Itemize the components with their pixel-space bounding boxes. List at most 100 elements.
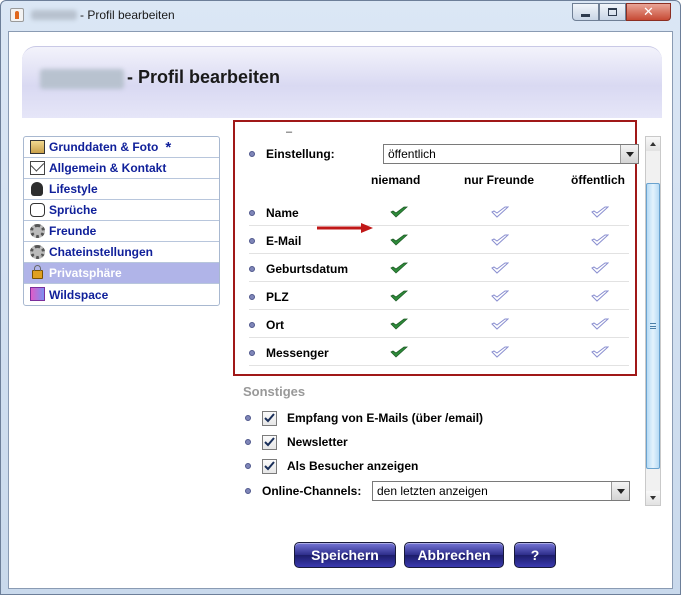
online-channels-value: den letzten anzeigen (377, 484, 488, 498)
gear-icon (30, 224, 45, 238)
checkmark-icon (491, 206, 510, 218)
privacy-row-label: E-Mail (266, 233, 302, 248)
privacy-option-nur-freunde[interactable] (491, 206, 511, 220)
privacy-option-oeffentlich[interactable] (591, 206, 611, 220)
sidebar-item-wildspace[interactable]: Wildspace (24, 284, 219, 305)
privacy-option-niemand[interactable] (390, 262, 410, 276)
title-bar[interactable]: - Profil bearbeiten ✕ (1, 1, 680, 29)
person-icon (31, 182, 43, 196)
scrollbar-thumb[interactable] (646, 183, 660, 469)
privacy-row: Geburtsdatum (249, 256, 629, 282)
privacy-option-oeffentlich[interactable] (591, 346, 611, 360)
privacy-option-nur-freunde[interactable] (491, 234, 511, 248)
sidebar-item-chateinstellungen[interactable]: Chateinstellungen (24, 242, 219, 263)
app-window: - Profil bearbeiten ✕ - Profil bearbeite… (0, 0, 681, 595)
sidebar-item-allgemein[interactable]: Allgemein & Kontakt (24, 158, 219, 179)
privacy-row-label: Name (266, 205, 299, 220)
privacy-option-niemand[interactable] (390, 318, 410, 332)
privacy-option-niemand[interactable] (390, 234, 410, 248)
checkmark-icon (390, 206, 409, 218)
minimize-button[interactable] (572, 3, 599, 21)
option-row-email: Empfang von E-Mails (über /email) (245, 407, 483, 429)
chevron-down-icon[interactable] (620, 145, 638, 163)
option-label: Newsletter (287, 435, 348, 449)
checkmark-icon (264, 413, 275, 423)
privacy-option-niemand[interactable] (390, 290, 410, 304)
blurred-username (31, 10, 77, 20)
show-as-visitor-checkbox[interactable] (262, 458, 277, 474)
sidebar-item-label: Chateinstellungen (49, 245, 154, 259)
privacy-option-nur-freunde[interactable] (491, 290, 511, 304)
privacy-option-oeffentlich[interactable] (591, 318, 611, 332)
scroll-remnant-text: – (286, 126, 293, 138)
close-icon: ✕ (643, 4, 654, 20)
sidebar-item-label: Freunde (49, 224, 97, 238)
page-title: - Profil bearbeiten (127, 67, 281, 87)
newsletter-checkbox[interactable] (262, 434, 277, 450)
option-row-channels: Online-Channels: den letzten anzeigen (245, 480, 645, 502)
privacy-option-oeffentlich[interactable] (591, 234, 611, 248)
checkmark-icon (390, 346, 409, 358)
sidebar-item-label: Grunddaten & Foto (49, 140, 159, 154)
checkmark-icon (264, 461, 275, 471)
bullet-icon (249, 151, 255, 157)
privacy-option-nur-freunde[interactable] (491, 262, 511, 276)
checkmark-icon (390, 290, 409, 302)
privacy-option-nur-freunde[interactable] (491, 318, 511, 332)
help-button[interactable]: ? (514, 542, 556, 568)
lock-icon (32, 265, 43, 279)
close-button[interactable]: ✕ (626, 3, 671, 21)
save-button[interactable]: Speichern (294, 542, 396, 568)
privacy-row: Messenger (249, 340, 629, 366)
privacy-option-niemand[interactable] (390, 346, 410, 360)
sidebar-item-privatsphaere[interactable]: Privatsphäre (24, 263, 219, 284)
maximize-button[interactable] (599, 3, 626, 21)
scroll-up-icon[interactable] (646, 137, 660, 151)
privacy-row-label: Ort (266, 317, 284, 332)
checkmark-icon (591, 206, 610, 218)
checkmark-icon (491, 290, 510, 302)
scroll-down-icon[interactable] (646, 491, 660, 505)
checkmark-icon (390, 262, 409, 274)
privacy-row-label: PLZ (266, 289, 289, 304)
checkmark-icon (591, 290, 610, 302)
checkmark-icon (491, 234, 510, 246)
privacy-setting-select[interactable]: öffentlich (383, 144, 639, 164)
option-label: Als Besucher anzeigen (287, 459, 419, 473)
checkmark-icon (591, 318, 610, 330)
sidebar-item-grunddaten[interactable]: Grunddaten & Foto * (24, 137, 219, 158)
vertical-scrollbar[interactable] (645, 136, 661, 506)
privacy-row-label: Geburtsdatum (266, 261, 349, 276)
bullet-icon (249, 321, 255, 328)
red-arrow-annotation (317, 223, 373, 233)
privacy-row: PLZ (249, 284, 629, 310)
privacy-option-nur-freunde[interactable] (491, 346, 511, 360)
bullet-icon (245, 415, 251, 421)
privacy-row: Ort (249, 312, 629, 338)
envelope-icon (30, 161, 45, 175)
sidebar-item-lifestyle[interactable]: Lifestyle (24, 179, 219, 200)
privacy-option-niemand[interactable] (390, 206, 410, 220)
bullet-icon (249, 265, 255, 272)
cancel-button[interactable]: Abbrechen (404, 542, 504, 568)
bullet-icon (249, 349, 255, 356)
online-channels-select[interactable]: den letzten anzeigen (372, 481, 630, 501)
maximize-icon (608, 8, 617, 16)
sidebar-item-freunde[interactable]: Freunde (24, 221, 219, 242)
bullet-icon (245, 488, 251, 494)
checkmark-icon (264, 437, 275, 447)
sidebar-nav: Grunddaten & Foto * Allgemein & Kontakt … (23, 136, 220, 306)
sidebar-item-label: Allgemein & Kontakt (49, 161, 167, 175)
checkmark-icon (591, 262, 610, 274)
option-label: Empfang von E-Mails (über /email) (287, 411, 484, 425)
sidebar-item-sprueche[interactable]: Sprüche (24, 200, 219, 221)
chevron-down-icon[interactable] (611, 482, 629, 500)
privacy-option-oeffentlich[interactable] (591, 290, 611, 304)
privacy-row: E-Mail (249, 228, 629, 254)
photo-icon (30, 140, 45, 154)
bullet-icon (249, 237, 255, 244)
privacy-option-oeffentlich[interactable] (591, 262, 611, 276)
option-row-visitor: Als Besucher anzeigen (245, 455, 418, 477)
email-receive-checkbox[interactable] (262, 410, 277, 426)
online-channels-label: Online-Channels: (262, 484, 362, 498)
